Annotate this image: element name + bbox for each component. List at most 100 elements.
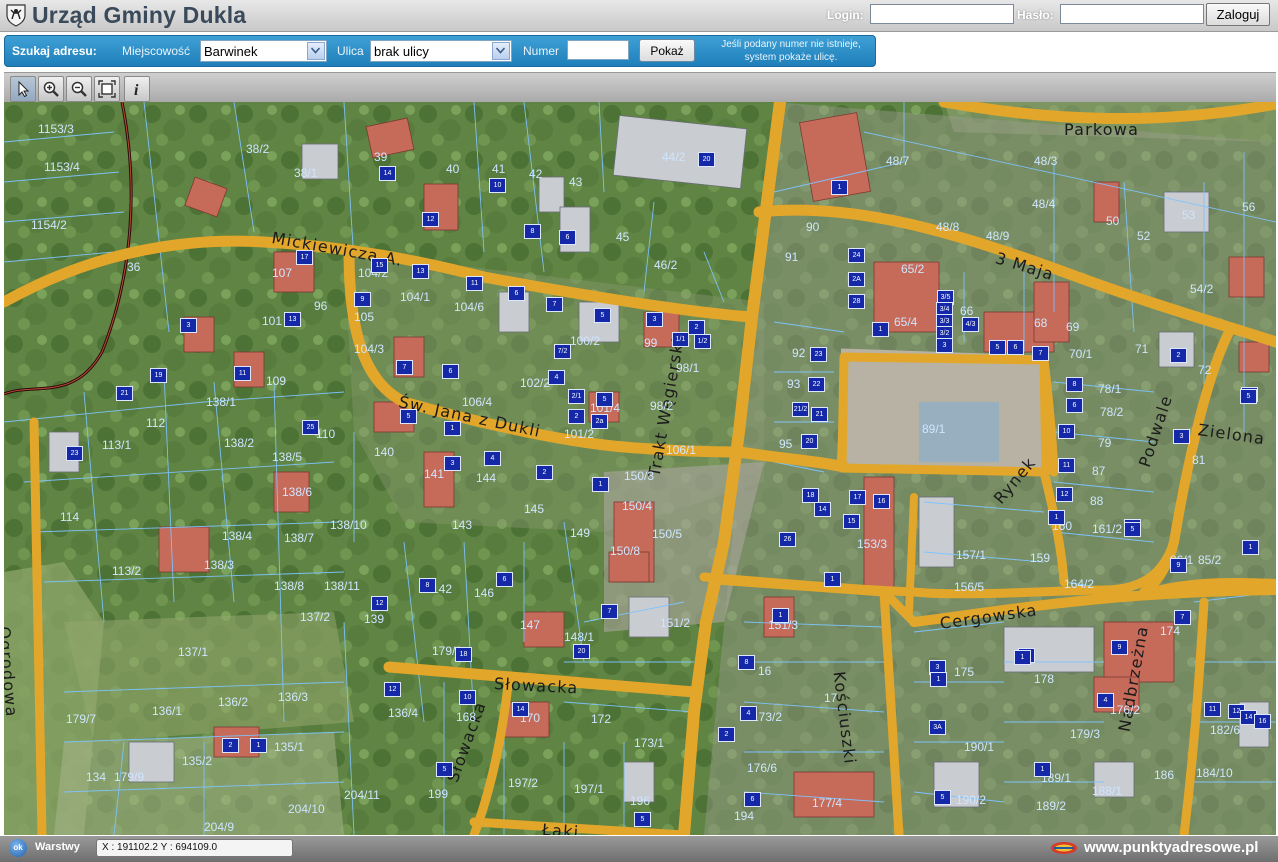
- chevron-down-icon[interactable]: [492, 42, 510, 60]
- house-number-marker[interactable]: 1: [250, 738, 267, 753]
- house-number-marker[interactable]: 3: [646, 312, 663, 327]
- login-button[interactable]: Zaloguj: [1206, 3, 1270, 26]
- house-number-marker[interactable]: 1: [1014, 650, 1031, 665]
- house-number-marker[interactable]: 5: [989, 340, 1006, 355]
- house-number-marker[interactable]: 5: [436, 762, 453, 777]
- house-number-marker[interactable]: 7: [1174, 610, 1191, 625]
- house-number-marker[interactable]: 2/1: [568, 389, 585, 404]
- house-number-marker[interactable]: 12: [371, 596, 388, 611]
- house-number-marker[interactable]: 15: [371, 258, 388, 273]
- house-number-marker[interactable]: 9: [354, 292, 371, 307]
- house-number-marker[interactable]: 20: [698, 152, 715, 167]
- house-number-marker[interactable]: 1/1: [672, 332, 689, 347]
- house-number-marker[interactable]: 19: [150, 368, 167, 383]
- house-number-marker[interactable]: 2A: [848, 272, 865, 287]
- house-number-marker[interactable]: 7: [601, 604, 618, 619]
- house-number-marker[interactable]: 8: [738, 655, 755, 670]
- house-number-marker[interactable]: 9: [1111, 640, 1128, 655]
- house-number-marker[interactable]: 17: [849, 490, 866, 505]
- house-number-marker[interactable]: 7: [1032, 346, 1049, 361]
- house-number-marker[interactable]: 1: [1242, 540, 1259, 555]
- house-number-marker[interactable]: 7: [396, 360, 413, 375]
- house-number-marker[interactable]: 22: [808, 377, 825, 392]
- house-number-marker[interactable]: 5: [634, 812, 651, 827]
- house-number-marker[interactable]: 1: [872, 322, 889, 337]
- house-number-marker[interactable]: 12: [384, 682, 401, 697]
- house-number-marker[interactable]: 3: [936, 338, 953, 353]
- house-number-marker[interactable]: 5: [596, 392, 613, 407]
- ok-icon[interactable]: ok: [9, 839, 27, 857]
- house-number-marker[interactable]: 1/2: [694, 334, 711, 349]
- house-number-marker[interactable]: 14: [814, 502, 831, 517]
- house-number-marker[interactable]: 4: [740, 706, 757, 721]
- house-number-marker[interactable]: 12: [1056, 487, 1073, 502]
- house-number-marker[interactable]: 11: [466, 276, 483, 291]
- house-number-marker[interactable]: 20: [573, 644, 590, 659]
- house-number-marker[interactable]: 9: [1170, 558, 1187, 573]
- house-number-marker[interactable]: 11: [1058, 458, 1075, 473]
- house-number-marker[interactable]: 3: [444, 456, 461, 471]
- house-number-marker[interactable]: 1: [1034, 762, 1051, 777]
- house-number-marker[interactable]: 18: [455, 647, 472, 662]
- house-number-input[interactable]: [567, 40, 629, 60]
- house-number-marker[interactable]: 1: [930, 672, 947, 687]
- house-number-marker[interactable]: 1: [444, 421, 461, 436]
- house-number-marker[interactable]: 18: [802, 488, 819, 503]
- house-number-marker[interactable]: 6: [496, 572, 513, 587]
- house-number-marker[interactable]: 2a: [591, 414, 608, 429]
- house-number-marker[interactable]: 23: [810, 347, 827, 362]
- house-number-marker[interactable]: 1: [824, 572, 841, 587]
- house-number-marker[interactable]: 4: [548, 370, 565, 385]
- house-number-marker[interactable]: 14: [379, 166, 396, 181]
- house-number-marker[interactable]: 13: [412, 264, 429, 279]
- house-number-marker[interactable]: 6: [508, 286, 525, 301]
- house-number-marker[interactable]: 10: [459, 690, 476, 705]
- street-select[interactable]: brak ulicy: [370, 40, 512, 62]
- brand-link[interactable]: www.punktyadresowe.pl: [1084, 839, 1258, 856]
- login-input[interactable]: [870, 4, 1014, 24]
- house-number-marker[interactable]: 5: [934, 790, 951, 805]
- house-number-marker[interactable]: 16: [873, 494, 890, 509]
- house-number-marker[interactable]: 8: [419, 578, 436, 593]
- house-number-marker[interactable]: 20: [801, 434, 818, 449]
- house-number-marker[interactable]: 11: [1204, 702, 1221, 717]
- house-number-marker[interactable]: 5: [1124, 522, 1141, 537]
- house-number-marker[interactable]: 6: [442, 364, 459, 379]
- house-number-marker[interactable]: 14: [512, 702, 529, 717]
- house-number-marker[interactable]: 1: [772, 608, 789, 623]
- house-number-marker[interactable]: 5: [1240, 389, 1257, 404]
- house-number-marker[interactable]: 1: [831, 180, 848, 195]
- house-number-marker[interactable]: 4: [484, 451, 501, 466]
- house-number-marker[interactable]: 3: [180, 318, 197, 333]
- house-number-marker[interactable]: 13: [284, 312, 301, 327]
- house-number-marker[interactable]: 24: [848, 248, 865, 263]
- house-number-marker[interactable]: 10: [489, 178, 506, 193]
- house-number-marker[interactable]: 15: [843, 514, 860, 529]
- house-number-marker[interactable]: 3: [1173, 429, 1190, 444]
- house-number-marker[interactable]: 11: [234, 366, 251, 381]
- house-number-marker[interactable]: 3A: [929, 720, 946, 735]
- house-number-marker[interactable]: 10: [1058, 424, 1075, 439]
- house-number-marker[interactable]: 2: [222, 738, 239, 753]
- info-tool-button[interactable]: i: [124, 76, 150, 102]
- house-number-marker[interactable]: 21: [116, 386, 133, 401]
- zoom-out-button[interactable]: [66, 76, 92, 102]
- house-number-marker[interactable]: 4/3: [962, 317, 979, 332]
- house-number-marker[interactable]: 26: [779, 532, 796, 547]
- house-number-marker[interactable]: 5: [594, 308, 611, 323]
- house-number-marker[interactable]: 6: [744, 792, 761, 807]
- house-number-marker[interactable]: 17: [296, 250, 313, 265]
- chevron-down-icon[interactable]: [307, 42, 325, 60]
- house-number-marker[interactable]: 5: [400, 409, 417, 424]
- zoom-in-button[interactable]: [38, 76, 64, 102]
- house-number-marker[interactable]: 2: [688, 320, 705, 335]
- map-canvas[interactable]: Parkowa Mickiewicza A. 3 Maja Św. Jana z…: [4, 102, 1276, 835]
- house-number-marker[interactable]: 28: [848, 294, 865, 309]
- house-number-marker[interactable]: 2: [718, 727, 735, 742]
- house-number-marker[interactable]: 2: [1170, 348, 1187, 363]
- layers-button[interactable]: Warstwy: [35, 841, 80, 853]
- house-number-marker[interactable]: 6: [559, 230, 576, 245]
- house-number-marker[interactable]: 1: [592, 477, 609, 492]
- house-number-marker[interactable]: 16: [1254, 714, 1271, 729]
- password-input[interactable]: [1060, 4, 1204, 24]
